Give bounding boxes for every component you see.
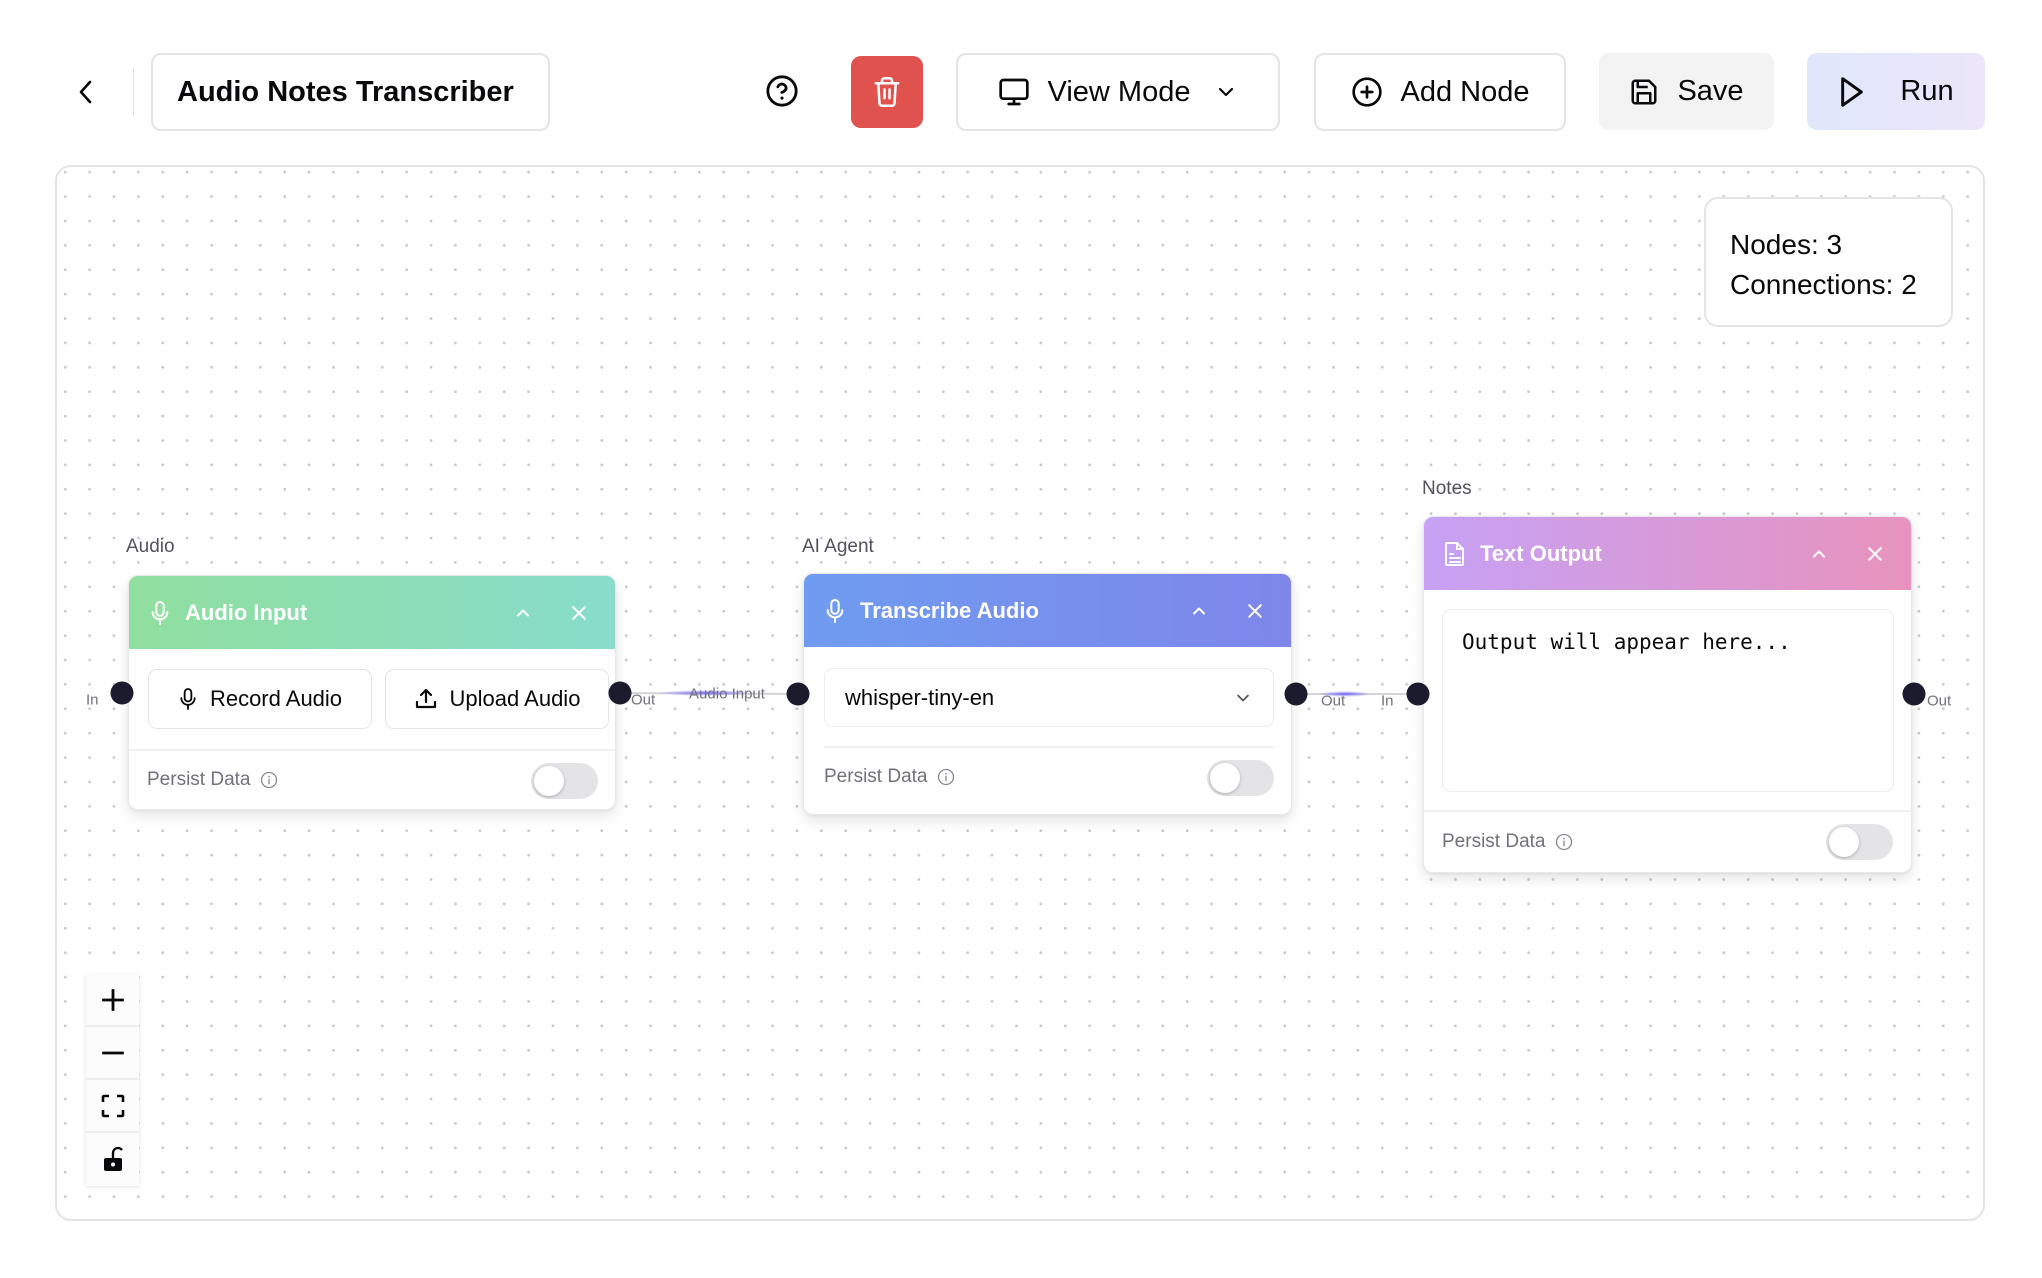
- node-divider: [1424, 810, 1911, 812]
- input-handle[interactable]: [1406, 682, 1430, 706]
- close-button[interactable]: [563, 597, 595, 629]
- unlock-icon: [103, 1146, 123, 1171]
- persist-data-label: Persist Data: [1442, 831, 1573, 853]
- group-label-ai-agent: AI Agent: [802, 536, 874, 557]
- toggle-knob: [1829, 827, 1859, 857]
- node-divider: [129, 749, 615, 751]
- minus-icon: [101, 1051, 124, 1054]
- close-icon: [572, 605, 586, 620]
- fit-view-button[interactable]: [86, 1080, 139, 1133]
- output-port-label: Out: [1927, 692, 1952, 710]
- chevron-up-icon: [1813, 550, 1825, 557]
- node-header[interactable]: Text Output: [1424, 517, 1911, 590]
- collapse-button[interactable]: [1803, 538, 1835, 570]
- stats-panel: Nodes: 3 Connections: 2: [1704, 197, 1953, 327]
- nodes-count: Nodes: 3: [1730, 229, 1843, 260]
- node-transcribe-audio[interactable]: Transcribe Audio whisper-tiny-en Persist…: [803, 573, 1292, 815]
- document-icon: [1445, 541, 1464, 566]
- record-audio-label: Record Audio: [209, 686, 343, 711]
- persist-data-label: Persist Data: [147, 769, 278, 791]
- upload-audio-label: Upload Audio: [449, 686, 581, 711]
- output-handle[interactable]: [1284, 682, 1308, 706]
- persist-data-label: Persist Data: [824, 766, 955, 788]
- group-label-audio: Audio: [126, 536, 175, 557]
- model-select-value: whisper-tiny-en: [845, 684, 995, 710]
- node-divider: [824, 746, 1274, 748]
- collapse-button[interactable]: [507, 597, 539, 629]
- lock-button[interactable]: [86, 1133, 139, 1186]
- input-port-label: In: [86, 691, 99, 709]
- persist-data-text: Persist Data: [824, 766, 928, 787]
- model-select[interactable]: whisper-tiny-en: [824, 668, 1274, 727]
- upload-audio-button[interactable]: Upload Audio: [385, 669, 609, 729]
- microphone-icon: [151, 600, 169, 625]
- toggle-knob: [534, 766, 564, 796]
- plus-icon: [101, 988, 124, 1011]
- persist-data-toggle[interactable]: [531, 763, 598, 799]
- microphone-icon: [826, 598, 844, 623]
- info-icon: [261, 771, 278, 789]
- output-handle[interactable]: [1902, 682, 1926, 706]
- node-audio-input[interactable]: Audio Input Record Audio Upload Audio Pe…: [128, 575, 616, 810]
- output-textarea[interactable]: Output will appear here...: [1442, 609, 1894, 792]
- node-title: Transcribe Audio: [860, 597, 1039, 623]
- output-port-label: Out: [1321, 692, 1346, 710]
- canvas-controls: [86, 974, 139, 1186]
- chevron-up-icon: [1193, 607, 1205, 614]
- info-icon: [1556, 833, 1573, 851]
- record-audio-button[interactable]: Record Audio: [148, 669, 372, 729]
- chevron-down-icon: [1237, 694, 1249, 701]
- output-port-label: Out: [631, 691, 656, 709]
- zoom-out-button[interactable]: [86, 1027, 139, 1080]
- persist-data-text: Persist Data: [147, 769, 251, 790]
- microphone-icon: [180, 688, 196, 710]
- connections-count: Connections: 2: [1730, 269, 1917, 300]
- output-placeholder: Output will appear here...: [1462, 630, 1791, 654]
- node-text-output[interactable]: Text Output Output will appear here... P…: [1423, 516, 1912, 873]
- close-button[interactable]: [1239, 595, 1271, 627]
- persist-data-toggle[interactable]: [1826, 824, 1893, 860]
- close-icon: [1248, 603, 1262, 618]
- upload-icon: [415, 688, 436, 709]
- output-handle[interactable]: [608, 681, 632, 705]
- edge-transcribe-to-output[interactable]: [1296, 691, 1418, 697]
- input-handle[interactable]: [110, 681, 134, 705]
- fit-view-icon: [101, 1094, 124, 1117]
- close-icon: [1868, 546, 1882, 561]
- toggle-knob: [1210, 763, 1240, 793]
- node-title: Text Output: [1480, 540, 1602, 566]
- node-header[interactable]: Audio Input: [129, 576, 615, 649]
- node-header[interactable]: Transcribe Audio: [804, 574, 1291, 647]
- close-button[interactable]: [1859, 538, 1891, 570]
- input-handle[interactable]: [786, 682, 810, 706]
- zoom-in-button[interactable]: [86, 974, 139, 1027]
- info-icon: [938, 768, 955, 786]
- persist-data-toggle[interactable]: [1207, 760, 1274, 796]
- chevron-up-icon: [517, 609, 529, 616]
- input-port-label: Audio Input: [689, 685, 765, 703]
- collapse-button[interactable]: [1183, 595, 1215, 627]
- node-title: Audio Input: [185, 599, 308, 625]
- persist-data-text: Persist Data: [1442, 831, 1546, 852]
- input-port-label: In: [1381, 692, 1394, 710]
- group-label-notes: Notes: [1422, 478, 1472, 499]
